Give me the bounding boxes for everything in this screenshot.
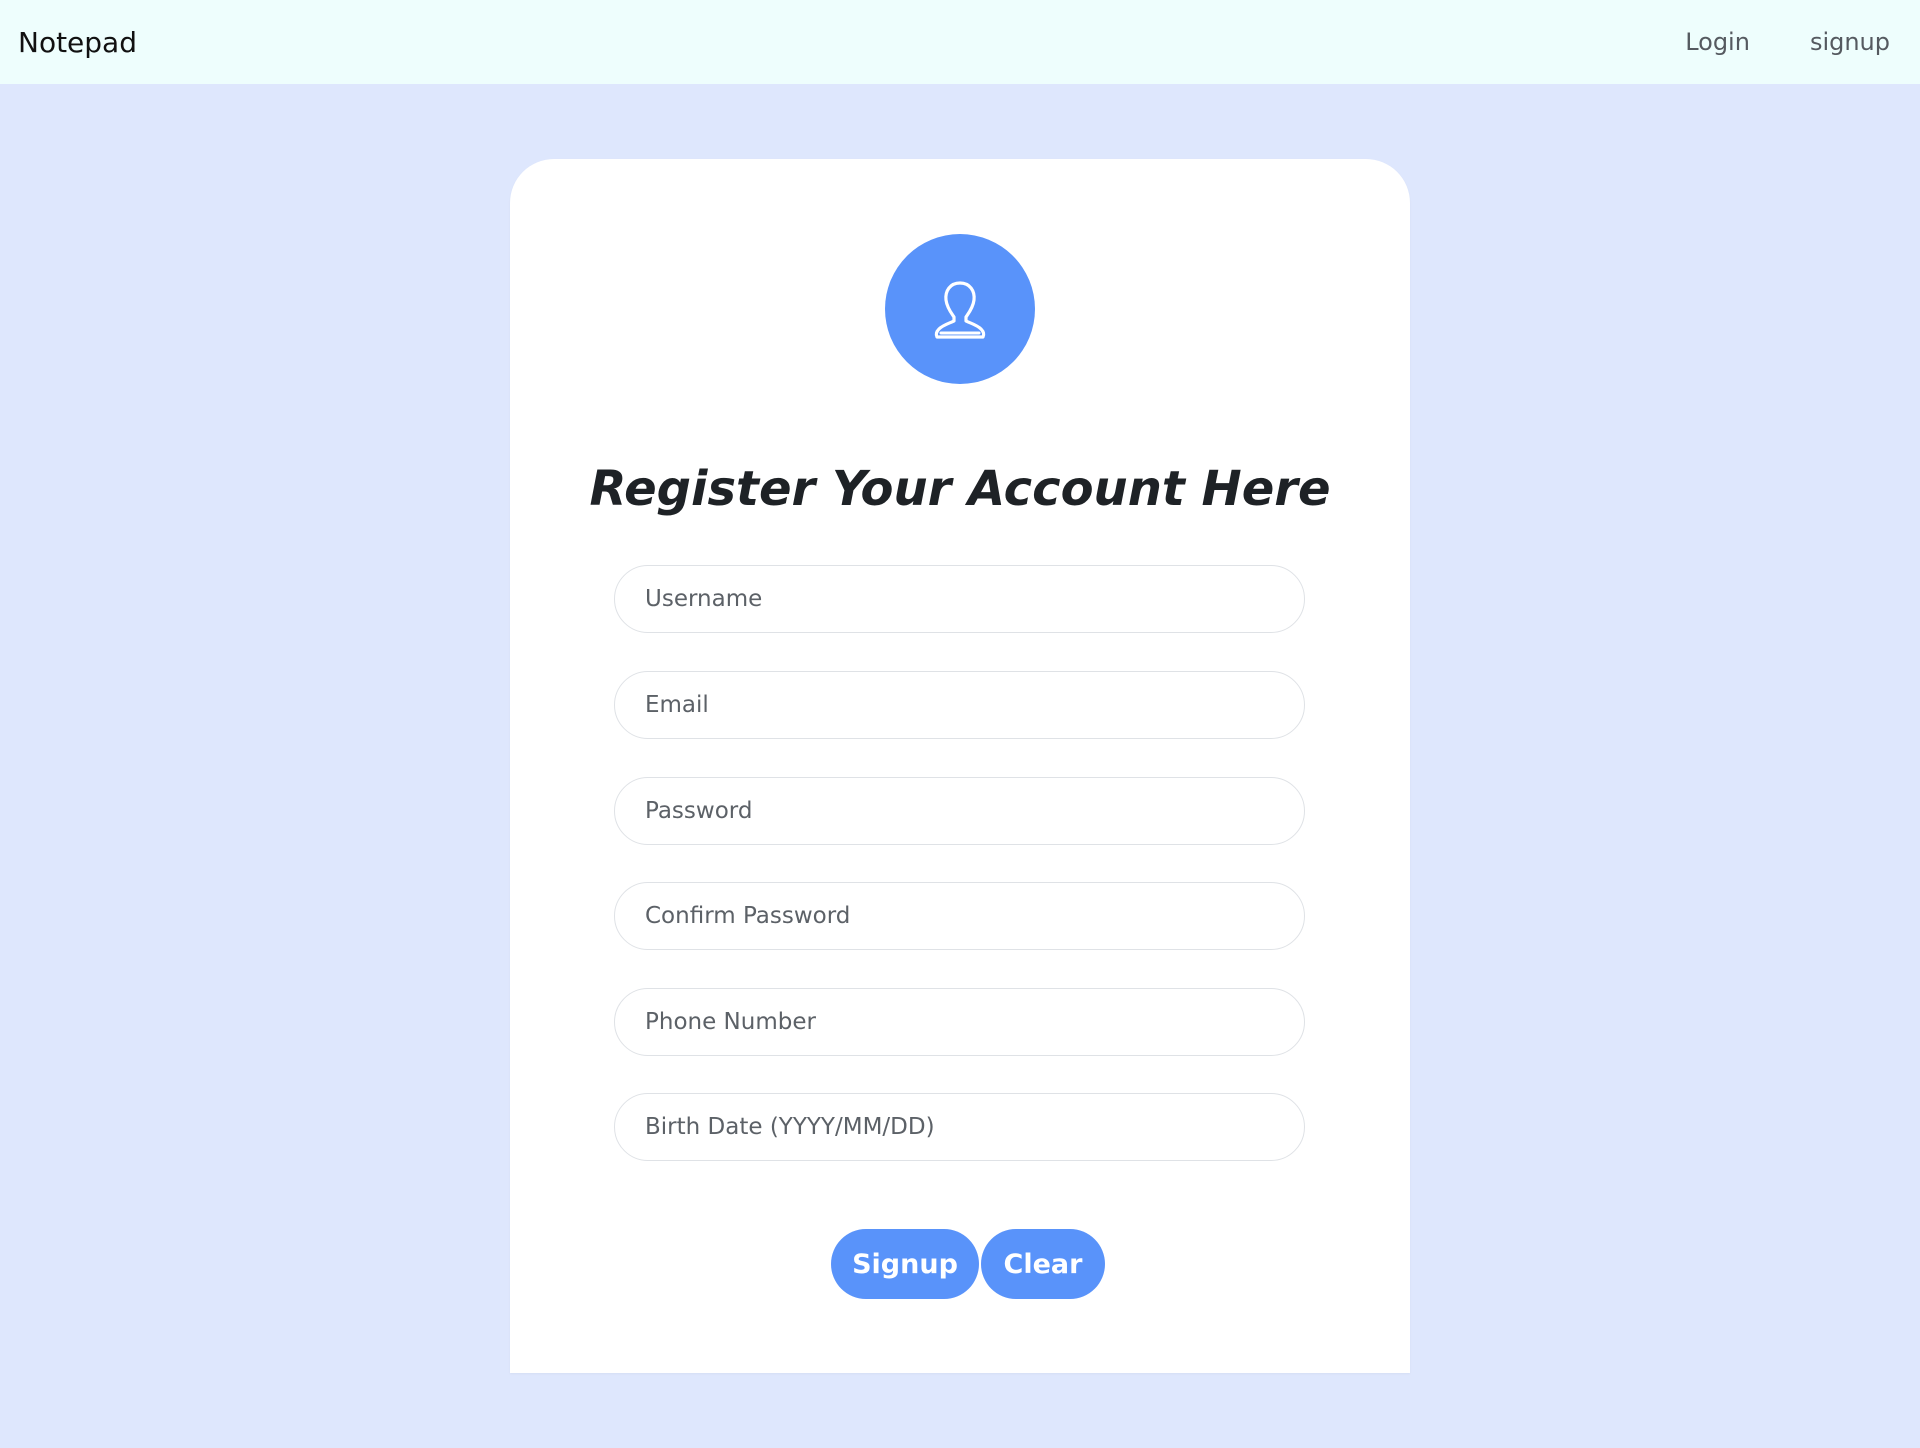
username-input[interactable] [614,565,1305,633]
signup-card: Register Your Account Here Signup Clear [510,159,1410,1373]
brand-link[interactable]: Notepad [18,26,137,59]
user-icon [934,281,986,339]
birth-date-input[interactable] [614,1093,1305,1161]
form-actions: Signup Clear [510,1229,1410,1299]
password-input[interactable] [614,777,1305,845]
nav-login-link[interactable]: Login [1685,28,1750,56]
signup-button[interactable]: Signup [831,1229,979,1299]
clear-button[interactable]: Clear [981,1229,1105,1299]
page-title: Register Your Account Here [589,461,1331,517]
avatar [885,234,1035,384]
confirm-password-input[interactable] [614,882,1305,950]
email-input[interactable] [614,671,1305,739]
nav-links: Login signup [1685,28,1890,56]
navbar: Notepad Login signup [0,0,1920,84]
phone-number-input[interactable] [614,988,1305,1056]
nav-signup-link[interactable]: signup [1810,28,1890,56]
